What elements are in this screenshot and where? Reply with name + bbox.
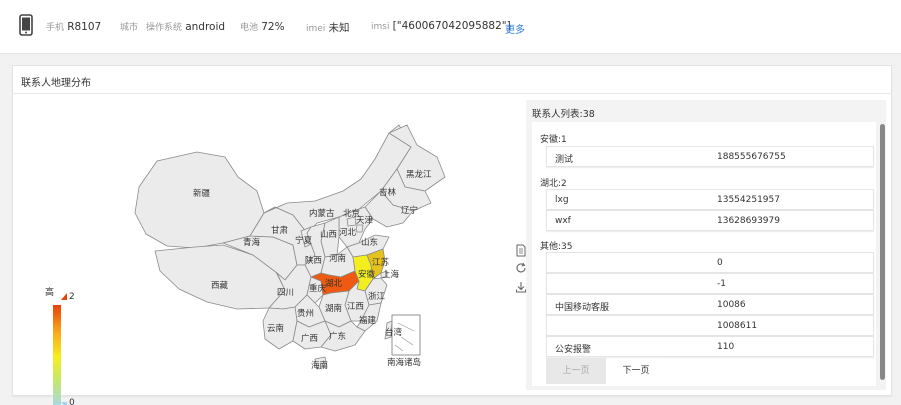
map-label: 辽宁 (401, 205, 418, 216)
visualmap-high-label: 高 (45, 288, 55, 298)
map-label: 四川 (277, 288, 294, 298)
panel-title: 联系人地理分布 (21, 78, 91, 89)
prev-page-button[interactable]: 上一页 (546, 358, 606, 384)
contact-row[interactable]: 测试 188555676755 (546, 146, 874, 167)
map-svg[interactable]: 新疆 西藏 青海 甘肃 内蒙古 黑龙江 吉林 辽宁 北京 天津 河北 山西 陕西… (25, 95, 525, 395)
map-label: 江苏 (372, 257, 390, 268)
visualmap-max-label: 2 (69, 292, 75, 302)
map-label: 浙江 (368, 291, 386, 302)
group-header: 其他:35 (540, 242, 573, 252)
map-label: 内蒙古 (309, 208, 335, 219)
map-label: 吉林 (379, 187, 397, 198)
visualmap-gradient-bar[interactable] (53, 305, 61, 405)
contact-row[interactable]: wxf 13628693979 (546, 210, 874, 231)
contact-row[interactable]: 中国移动客服 10086 (546, 294, 874, 315)
province-xinjiang[interactable] (134, 151, 265, 249)
contact-phone: 10086 (717, 300, 746, 310)
contact-row[interactable]: lxg 13554251957 (546, 189, 874, 210)
map-label: 广西 (301, 333, 318, 344)
contact-name: 中国移动客服 (555, 303, 610, 313)
map-label: 黑龙江 (406, 169, 432, 180)
contact-row[interactable]: -1 (546, 273, 874, 294)
contact-phone: -1 (717, 279, 726, 289)
map-label: 南海诸岛 (387, 357, 421, 368)
map-label: 山西 (320, 229, 337, 240)
map-label: 云南 (267, 323, 284, 334)
contact-phone: 13628693979 (717, 216, 780, 226)
contact-name: 公安报警 (555, 345, 592, 355)
china-map: 新疆 西藏 青海 甘肃 内蒙古 黑龙江 吉林 辽宁 北京 天津 河北 山西 陕西… (25, 95, 526, 405)
map-label: 新疆 (193, 188, 211, 199)
contact-name: 测试 (555, 155, 574, 165)
panel-divider (13, 93, 891, 94)
phone-model: 手机 R8107 (46, 21, 102, 33)
contact-phone: 188555676755 (717, 152, 786, 162)
map-label: 河南 (329, 253, 346, 264)
contact-row[interactable]: 公安报警 110 (546, 336, 874, 357)
map-label: 海南 (311, 360, 328, 371)
contact-list-scroll[interactable]: 安徽:1 测试 188555676755 湖北:2 lxg 1355425195… (532, 122, 876, 386)
imsi-info: imsi ["460067042095882"] (371, 20, 511, 32)
contact-phone: 110 (717, 342, 735, 352)
group-header: 湖北:2 (540, 179, 567, 189)
map-label: 天津 (356, 215, 374, 226)
map-label: 甘肃 (271, 225, 289, 236)
map-label: 贵州 (297, 308, 314, 319)
map-label: 山东 (361, 237, 378, 248)
map-label: 湖南 (325, 303, 342, 314)
contact-phone: 1008611 (717, 321, 758, 331)
map-label: 广东 (329, 331, 346, 342)
contact-name: wxf (555, 216, 571, 226)
contact-list-panel: 联系人列表:38 安徽:1 测试 188555676755 湖北:2 lxg 1… (526, 100, 886, 390)
pagination: 上一页 下一页 (546, 358, 874, 384)
contact-row[interactable]: 1008611 (546, 315, 874, 336)
city-info: 城市 (120, 23, 139, 33)
phone-icon (19, 14, 33, 36)
next-page-button[interactable]: 下一页 (606, 358, 666, 384)
map-label: 青海 (243, 237, 261, 248)
os-info: 操作系统 android (146, 21, 226, 33)
map-label: 河北 (339, 227, 357, 238)
map-label: 宁夏 (295, 235, 313, 246)
visualmap-max-handle[interactable] (61, 293, 67, 300)
map-label: 福建 (359, 315, 377, 326)
map-label: 台湾 (385, 327, 403, 338)
device-info-bar: 手机 R8107 城市 操作系统 android 电池 72% imei 未知 … (0, 0, 901, 54)
battery-info: 电池 72% (240, 21, 285, 33)
contact-list-scrollbar[interactable] (880, 124, 885, 380)
map-label: 陕西 (305, 255, 322, 266)
contact-row[interactable]: 0 (546, 252, 874, 273)
more-link[interactable]: 更多 (505, 21, 525, 36)
map-label: 安徽 (358, 269, 376, 280)
contact-phone: 0 (717, 258, 723, 268)
contact-name: lxg (555, 195, 569, 205)
contact-list-title: 联系人列表:38 (532, 109, 595, 120)
contact-phone: 13554251957 (717, 195, 780, 205)
province-tianjin[interactable] (355, 224, 364, 233)
map-label: 西藏 (211, 280, 229, 291)
contact-geo-panel: 联系人地理分布 新疆 西藏 青海 甘肃 内蒙古 黑龙江 吉林 辽宁 北京 天津 … (12, 65, 892, 405)
map-label: 重庆 (309, 283, 327, 294)
visualmap-min-label: 0 (69, 398, 75, 405)
map-label: 江西 (347, 302, 364, 312)
group-header: 安徽:1 (540, 135, 567, 145)
map-label: 上海 (382, 269, 400, 280)
imei-info: imei 未知 (306, 22, 350, 34)
map-label: 湖北 (325, 279, 343, 289)
